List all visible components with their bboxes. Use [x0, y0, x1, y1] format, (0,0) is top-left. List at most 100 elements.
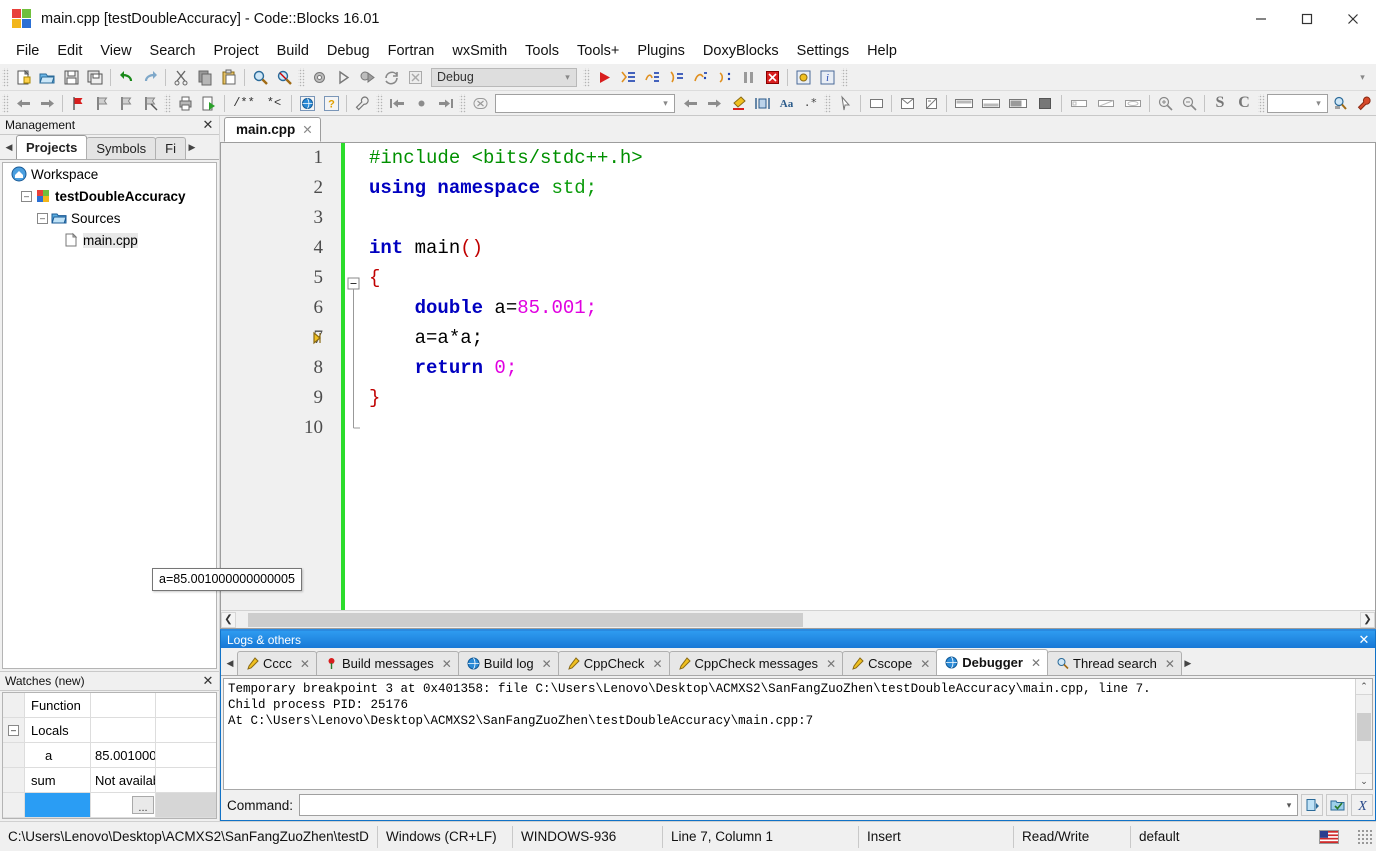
log-tab-close-icon[interactable]: ✕	[542, 657, 552, 671]
toolbar-grip[interactable]	[1258, 93, 1265, 113]
fortran-search-input[interactable]: ▾	[495, 93, 675, 113]
menu-help[interactable]: Help	[858, 41, 906, 61]
logs-close-icon[interactable]: ✕	[1356, 632, 1372, 648]
editor-tab-close-icon[interactable]: ✕	[302, 122, 312, 137]
watch-row-locals[interactable]: – Locals	[3, 718, 216, 743]
log-tab-close-icon[interactable]: ✕	[652, 657, 662, 671]
tree-collapse-toggle[interactable]: –	[21, 190, 32, 202]
save-all-button[interactable]	[83, 66, 107, 88]
watch-name-input[interactable]	[25, 793, 91, 817]
doxyblocks-extract-button[interactable]	[197, 92, 221, 114]
next-bookmark-button[interactable]	[114, 92, 138, 114]
match-case-button[interactable]: Aa	[774, 92, 798, 114]
save-button[interactable]	[59, 66, 83, 88]
watches-close-icon[interactable]: ✕	[201, 673, 215, 689]
tree-item-sources[interactable]: – Sources	[3, 207, 216, 229]
scroll-left-button[interactable]: ❮	[221, 611, 236, 628]
log-tab-close-icon[interactable]: ✕	[300, 657, 310, 671]
step-into-button[interactable]	[664, 66, 688, 88]
tree-item-main-cpp[interactable]: main.cpp	[3, 229, 216, 251]
watch-row-a[interactable]: a 85.00100000	[3, 743, 216, 768]
fortran-jump-next-button[interactable]	[433, 92, 457, 114]
menu-search[interactable]: Search	[141, 41, 205, 61]
open-file-button[interactable]	[35, 66, 59, 88]
doxyblocks-html-button[interactable]	[295, 92, 319, 114]
clear-bookmarks-button[interactable]	[138, 92, 162, 114]
zoom-in-button[interactable]	[1153, 92, 1177, 114]
tab-projects[interactable]: Projects	[16, 135, 88, 159]
replace-button[interactable]	[272, 66, 296, 88]
menu-project[interactable]: Project	[205, 41, 268, 61]
debug-continue-button[interactable]	[592, 66, 616, 88]
tree-item-workspace[interactable]: Workspace	[3, 163, 216, 185]
stop-debugger-button[interactable]	[760, 66, 784, 88]
menu-file[interactable]: File	[7, 41, 48, 61]
menu-build[interactable]: Build	[268, 41, 318, 61]
step-instruction-button[interactable]	[712, 66, 736, 88]
doxyblocks-help-button[interactable]: ?	[319, 92, 343, 114]
code-text-area[interactable]: #include <bits/stdc++.h> using namespace…	[363, 143, 1375, 610]
wxsmith-align-3-button[interactable]	[1119, 92, 1146, 114]
watch-toggle-cell[interactable]: –	[3, 718, 25, 742]
nav-prev-button[interactable]	[678, 92, 702, 114]
wxsmith-panel-button[interactable]	[864, 92, 888, 114]
logtab-prev-arrow[interactable]: ◀	[223, 652, 237, 675]
find-button[interactable]	[248, 66, 272, 88]
command-input[interactable]: ▾	[299, 794, 1298, 816]
maximize-button[interactable]	[1284, 0, 1330, 38]
wxsmith-dock-bottom-button[interactable]	[977, 92, 1004, 114]
menu-tools-plus[interactable]: Tools+	[568, 41, 628, 61]
tabstrip-prev-arrow[interactable]: ◀	[2, 136, 16, 159]
build-button[interactable]	[307, 66, 331, 88]
tab-symbols[interactable]: Symbols	[86, 137, 157, 159]
next-line-button[interactable]	[640, 66, 664, 88]
command-save-button[interactable]	[1326, 794, 1348, 816]
fold-margin[interactable]	[345, 143, 363, 610]
log-tab-cscope[interactable]: Cscope ✕	[842, 651, 938, 675]
select-all-occurrences-button[interactable]	[750, 92, 774, 114]
doxyblocks-run-button[interactable]	[173, 92, 197, 114]
step-out-button[interactable]	[688, 66, 712, 88]
tree-item-project[interactable]: – testDoubleAccuracy	[3, 185, 216, 207]
watch-collapse-toggle[interactable]: –	[8, 724, 19, 736]
wxsmith-split-h-button[interactable]	[919, 92, 943, 114]
nav-back-button[interactable]	[11, 92, 35, 114]
log-tab-cppcheck[interactable]: CppCheck ✕	[557, 651, 670, 675]
regex-button[interactable]: .*	[798, 92, 822, 114]
watch-row-function[interactable]: Function	[3, 693, 216, 718]
copy-button[interactable]	[193, 66, 217, 88]
symbol-search-input[interactable]: ▾	[1267, 93, 1328, 113]
symbol-s-button[interactable]: S	[1208, 92, 1232, 114]
log-tab-close-icon[interactable]: ✕	[1031, 656, 1041, 670]
toolbar-grip[interactable]	[298, 67, 305, 87]
nav-forward-button[interactable]	[35, 92, 59, 114]
build-and-run-button[interactable]	[355, 66, 379, 88]
run-to-cursor-button[interactable]	[616, 66, 640, 88]
run-button[interactable]	[331, 66, 355, 88]
log-tab-close-icon[interactable]: ✕	[920, 657, 930, 671]
scroll-track[interactable]	[236, 612, 1360, 627]
menu-plugins[interactable]: Plugins	[628, 41, 694, 61]
toolbar-grip[interactable]	[824, 93, 831, 113]
zoom-out-button[interactable]	[1177, 92, 1201, 114]
symbol-settings-button[interactable]	[1352, 92, 1376, 114]
window-resize-grip[interactable]	[1357, 828, 1373, 845]
toolbar-grip[interactable]	[841, 67, 848, 87]
doxy-comment-block-button[interactable]: /**	[228, 92, 260, 114]
menu-view[interactable]: View	[91, 41, 140, 61]
log-tab-cppcheck-messages[interactable]: CppCheck messages ✕	[668, 651, 844, 675]
break-debugger-button[interactable]	[736, 66, 760, 88]
breakpoint-margin[interactable]	[311, 143, 327, 346]
wxsmith-pointer-button[interactable]	[833, 92, 857, 114]
code-editor[interactable]: 1 2 3 4 5 6 7 8 9 10	[221, 143, 1375, 610]
log-tab-build-messages[interactable]: Build messages ✕	[315, 651, 459, 675]
debugger-info-button[interactable]: i	[815, 66, 839, 88]
log-tab-close-icon[interactable]: ✕	[826, 657, 836, 671]
menu-debug[interactable]: Debug	[318, 41, 379, 61]
logs-scroll-thumb[interactable]	[1357, 713, 1371, 741]
watch-value-cell[interactable]: ...	[91, 793, 156, 817]
logs-scroll-down-button[interactable]: ⌄	[1356, 773, 1372, 789]
log-tab-debugger[interactable]: Debugger ✕	[936, 649, 1048, 675]
command-clear-button[interactable]: X	[1351, 794, 1373, 816]
debugging-windows-button[interactable]	[791, 66, 815, 88]
